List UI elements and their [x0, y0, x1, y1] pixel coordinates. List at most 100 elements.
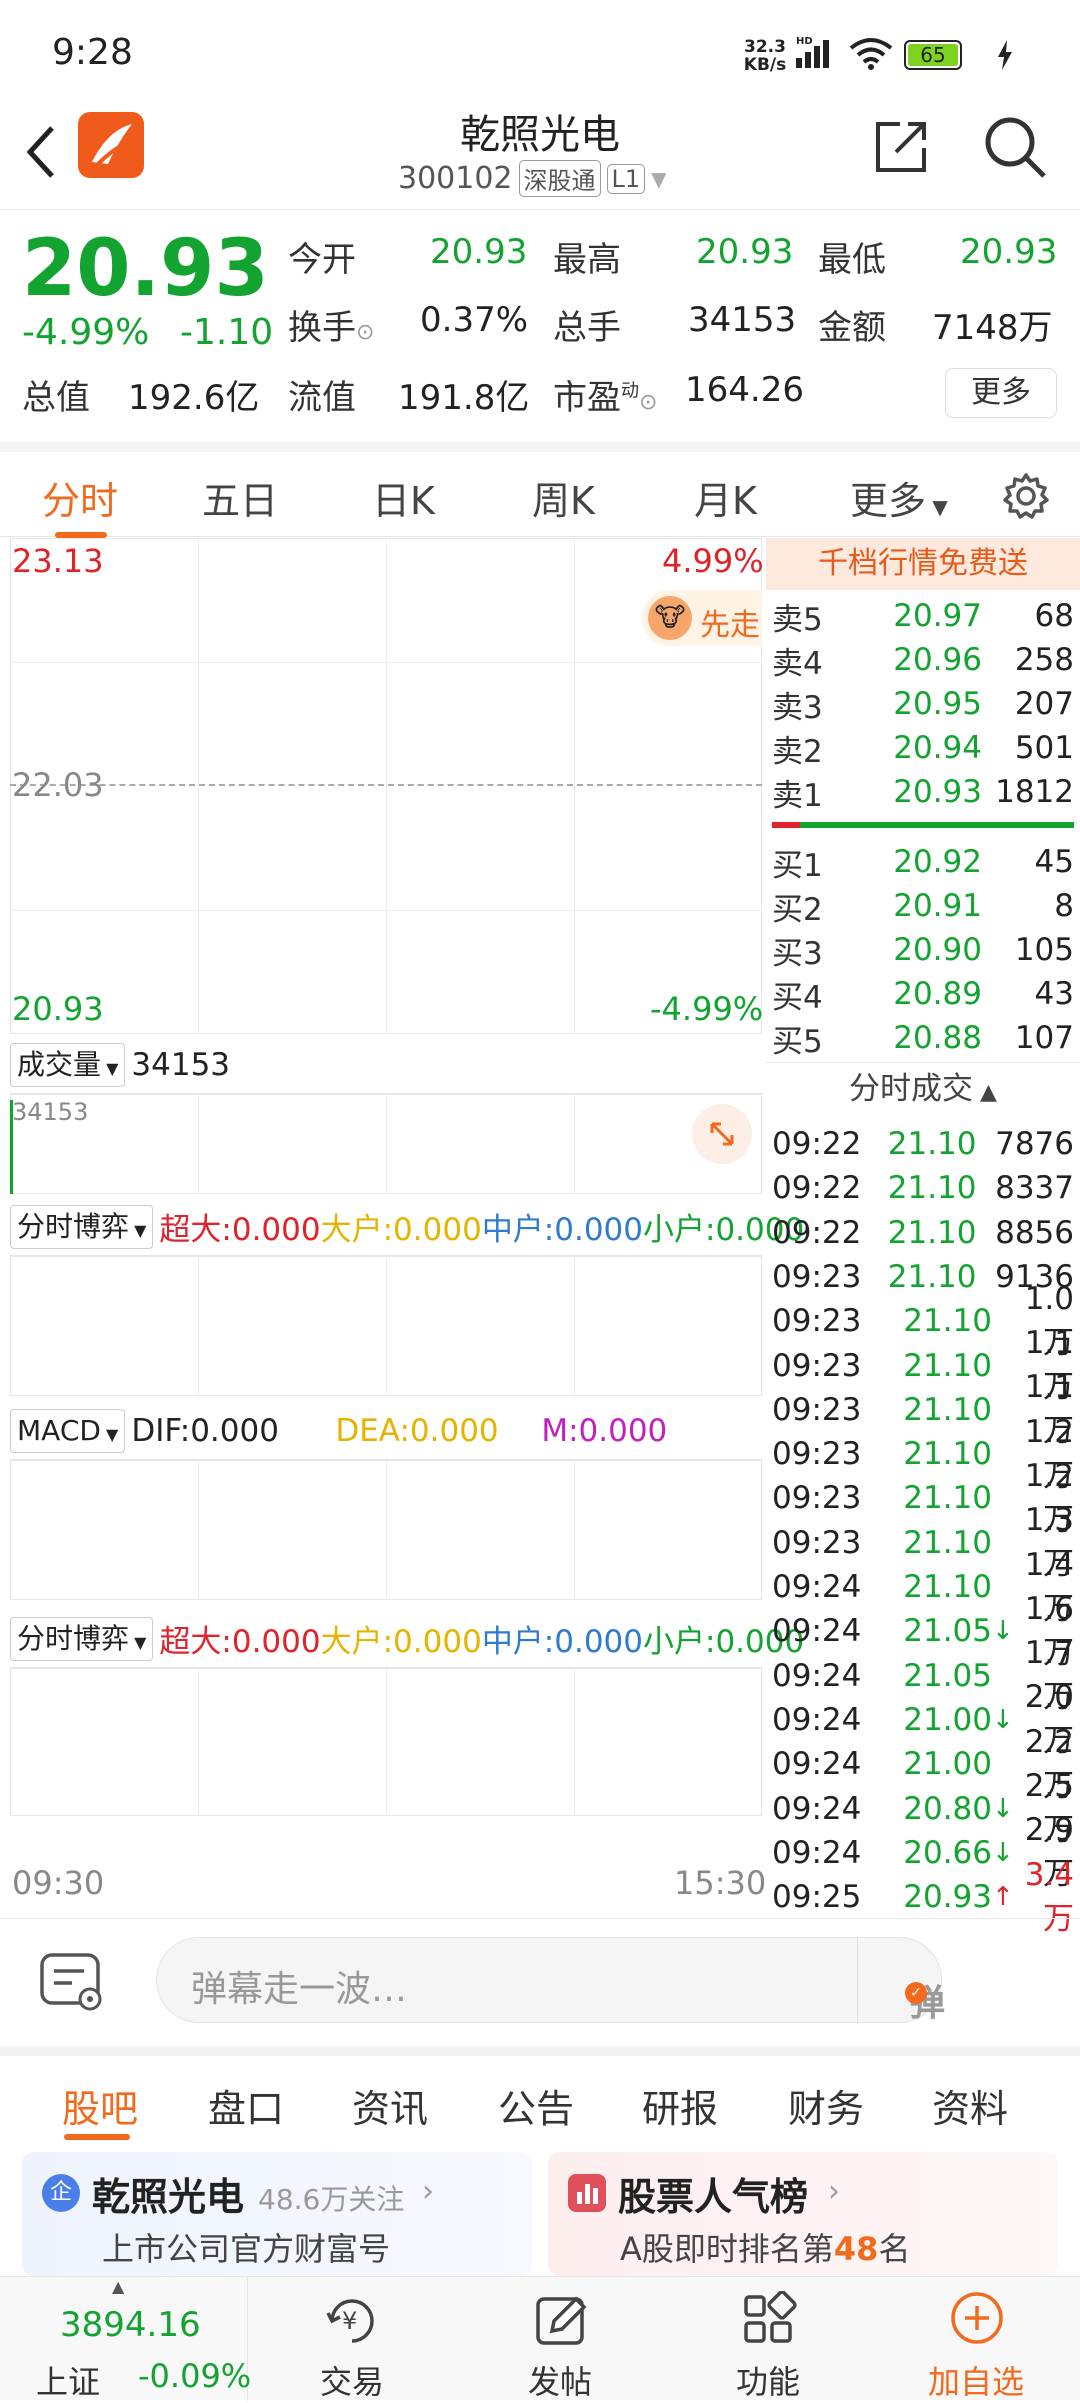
tab-forum[interactable]: 股吧: [62, 2078, 138, 2133]
mascot-icon: 🐮: [648, 596, 692, 640]
ask-row: 卖4 20.96 258: [772, 642, 1074, 682]
svg-text:¥: ¥: [342, 2307, 357, 2335]
period-tabs: 分时 五日 日K 周K 月K 更多 ▼: [0, 442, 1080, 538]
game-header-2: 分时博弈 ▼ 超大:0.000 大户:0.000 中户:0.000 小户:0.0…: [10, 1610, 804, 1668]
tab-daily-k[interactable]: 日K: [372, 470, 435, 525]
trade-direction: ↑: [992, 1882, 1014, 1913]
trade-price: 21.00: [903, 1701, 992, 1738]
tab-monthly-k[interactable]: 月K: [694, 470, 757, 525]
bid-row: 买4 20.89 43: [772, 976, 1074, 1016]
index-value: 3894.16: [60, 2305, 201, 2345]
chevron-right-icon: ›: [828, 2174, 840, 2209]
index-ticker[interactable]: ▲ 3894.16 上证 -0.09%: [0, 2277, 251, 2401]
danmaku-input[interactable]: 弹幕走一波… 弹 ✓: [156, 1937, 945, 2024]
pe-label: 市盈动⊙: [553, 378, 658, 418]
company-card[interactable]: 企 乾照光电 48.6万关注 › 上市公司官方财富号: [22, 2152, 532, 2276]
float-value: 191.8亿: [398, 378, 530, 418]
ask-row: 卖5 20.97 68: [772, 598, 1074, 638]
trade-price: 21.10: [903, 1391, 992, 1428]
nav-function[interactable]: 功能: [668, 2277, 868, 2401]
trade-price: 21.05: [903, 1613, 992, 1650]
tab-finance[interactable]: 财务: [788, 2078, 864, 2133]
index-name: 上证: [36, 2363, 101, 2401]
nav-add-watchlist[interactable]: 加自选: [876, 2277, 1076, 2401]
tab-more[interactable]: 更多 ▼: [850, 470, 948, 525]
company-card-title: 乾照光电: [92, 2175, 245, 2219]
time-start-label: 09:30: [12, 1864, 105, 1902]
trade-time: 09:24: [772, 1834, 862, 1871]
danmaku-toggle-icon[interactable]: 弹 ✓: [875, 1952, 945, 2024]
signal-icon: HD: [796, 36, 829, 68]
popularity-card[interactable]: 股票人气榜 › A股即时排名第48名: [548, 2152, 1058, 2276]
trade-direction: ↓: [992, 1616, 1014, 1647]
content-tabs: 股吧 盘口 资讯 公告 研报 财务 资料: [0, 2046, 1080, 2140]
trade-price: 21.10: [887, 1170, 977, 1207]
amount-value: 7148万: [932, 308, 1053, 348]
nav-post[interactable]: 发帖: [460, 2277, 660, 2401]
large-value: 大户:0.000: [320, 1624, 482, 1660]
trade-direction: ↓: [992, 1793, 1014, 1824]
tab-market[interactable]: 盘口: [208, 2078, 284, 2133]
price-min-label: 20.93: [12, 990, 104, 1028]
network-speed: 32.3 KB/s: [743, 37, 787, 75]
level2-banner[interactable]: 千档行情免费送: [766, 538, 1080, 590]
price-max-label: 23.13: [12, 542, 104, 580]
tab-profile[interactable]: 资料: [932, 2078, 1008, 2133]
ranking-icon: [568, 2174, 606, 2212]
trade-price: 21.10: [903, 1480, 992, 1517]
volume-selector[interactable]: 成交量 ▼: [10, 1042, 126, 1087]
low-label: 最低: [818, 240, 886, 280]
open-value: 20.93: [430, 232, 528, 272]
share-icon[interactable]: [872, 118, 930, 176]
medium-value: 中户:0.000: [481, 1212, 644, 1248]
macd-selector[interactable]: MACD ▼: [10, 1408, 126, 1453]
game-selector-2[interactable]: 分时博弈 ▼: [10, 1616, 154, 1661]
tab-research[interactable]: 研报: [642, 2078, 718, 2133]
dropdown-icon[interactable]: ▼: [651, 167, 666, 191]
game-selector-1[interactable]: 分时博弈 ▼: [10, 1204, 154, 1249]
search-icon[interactable]: [982, 114, 1048, 180]
promo-badge[interactable]: 🐮 先走: [642, 590, 762, 646]
ask-row: 卖3 20.95 207: [772, 686, 1074, 726]
nav-trade[interactable]: ¥ 交易: [252, 2277, 452, 2401]
high-label: 最高: [553, 240, 621, 280]
trade-time: 09:23: [772, 1391, 862, 1428]
volume-label: 总手: [553, 308, 621, 348]
large-value: 大户:0.000: [320, 1212, 482, 1248]
trade-price: 21.00: [903, 1746, 992, 1783]
tab-announcements[interactable]: 公告: [498, 2078, 574, 2133]
volume-header: 成交量 ▼ 34153: [10, 1036, 762, 1094]
edit-icon: [536, 2296, 587, 2345]
super-large-value: 超大:0.000: [159, 1212, 321, 1248]
settings-icon[interactable]: [1002, 472, 1050, 520]
bid-row: 买3 20.90 105: [772, 932, 1074, 972]
tab-intraday[interactable]: 分时: [42, 470, 118, 525]
trade-time: 09:24: [772, 1746, 862, 1783]
trade-time: 09:24: [772, 1701, 862, 1738]
tab-weekly-k[interactable]: 周K: [532, 470, 595, 525]
turnover-label: 换手⊙: [288, 308, 375, 348]
trade-price: 20.93: [903, 1879, 992, 1916]
bid-row: 买2 20.91 8: [772, 888, 1074, 928]
trade-price: 21.10: [887, 1214, 977, 1251]
tab-five-day[interactable]: 五日: [202, 470, 278, 525]
pe-value: 164.26: [685, 370, 804, 410]
intraday-chart[interactable]: 23.13 4.99% 22.03 20.93 -4.99% 🐮 先走 成交量 …: [10, 538, 804, 1918]
prev-close-label: 22.03: [12, 766, 104, 804]
more-button[interactable]: 更多: [945, 368, 1057, 418]
tab-news[interactable]: 资讯: [352, 2078, 428, 2133]
charging-icon: [998, 40, 1012, 70]
trades-header[interactable]: 分时成交 ▲: [766, 1064, 1080, 1114]
danmaku-placeholder: 弹幕走一波…: [191, 1969, 408, 2010]
trade-volume: 8856: [995, 1214, 1074, 1251]
trade-time: 09:23: [772, 1436, 862, 1473]
danmaku-settings-icon[interactable]: [38, 1949, 108, 2015]
add-circle-icon: [951, 2292, 1003, 2344]
tag-shenzhen-connect: 深股通: [518, 160, 601, 197]
trade-row: 09:25 20.93 ↑ 3.4万: [772, 1857, 1074, 1937]
trade-time: 09:23: [772, 1524, 862, 1561]
expand-icon[interactable]: [692, 1104, 752, 1164]
stock-subtitle: 300102 深股通 L1 ▼: [398, 160, 667, 197]
trade-volume: 7876: [995, 1126, 1074, 1162]
trade-price: 21.10: [903, 1569, 992, 1605]
